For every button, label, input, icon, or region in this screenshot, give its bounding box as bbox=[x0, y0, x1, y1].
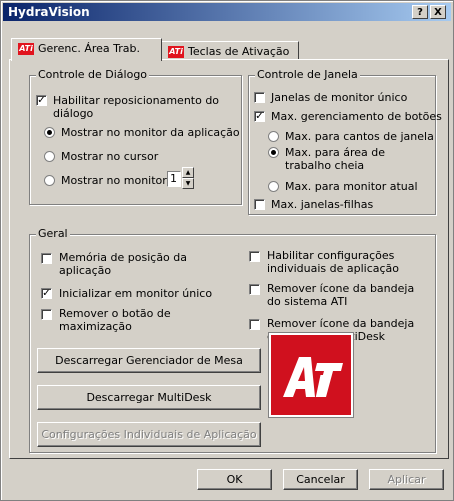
radio-label: Max. para monitor atual bbox=[285, 180, 418, 193]
radio-max-current-monitor[interactable] bbox=[268, 181, 279, 192]
max-buttons-checkbox[interactable]: ✓ bbox=[254, 111, 265, 122]
ati-logo-icon bbox=[271, 335, 351, 415]
close-button[interactable]: X bbox=[430, 5, 446, 19]
hydravision-window: HydraVision ? X ATi Gerenc. Área Trab. AT… bbox=[0, 0, 454, 501]
checkbox-label: Inicializar em monitor único bbox=[59, 287, 213, 300]
ati-tab-icon: ATi bbox=[18, 43, 34, 55]
tab-label: Teclas de Ativação bbox=[188, 45, 290, 58]
remove-ati-tray-icon-checkbox[interactable] bbox=[249, 284, 260, 295]
radio-max-window-corners[interactable] bbox=[268, 131, 279, 142]
radio-label: Mostrar no cursor bbox=[61, 150, 159, 163]
radio-show-app-monitor[interactable] bbox=[44, 127, 55, 138]
help-button[interactable]: ? bbox=[412, 5, 428, 19]
start-single-monitor-checkbox[interactable]: ✓ bbox=[41, 288, 52, 299]
ok-button[interactable]: OK bbox=[197, 469, 272, 490]
group-legend: Geral bbox=[36, 227, 70, 240]
remove-maximize-button-checkbox[interactable] bbox=[41, 309, 52, 320]
radio-label: Max. para área de trabalho cheia bbox=[285, 146, 385, 172]
radio-label: Max. para cantos de janela bbox=[285, 130, 434, 143]
window-title: HydraVision bbox=[8, 5, 90, 19]
ati-logo bbox=[268, 332, 354, 418]
remove-multidesk-tray-icon-checkbox[interactable] bbox=[249, 319, 260, 330]
radio-show-cursor[interactable] bbox=[44, 151, 55, 162]
monitor-number-input[interactable]: 1 bbox=[167, 171, 181, 187]
unload-desktop-manager-button[interactable]: Descarregar Gerenciador de Mesa bbox=[37, 348, 261, 373]
checkbox-label: Janelas de monitor único bbox=[271, 91, 408, 104]
checkbox-label: Memória de posição da aplicação bbox=[59, 251, 188, 277]
group-legend: Controle de Diálogo bbox=[36, 68, 150, 81]
app-position-memory-checkbox[interactable] bbox=[41, 253, 52, 264]
unload-multidesk-button[interactable]: Descarregar MultiDesk bbox=[37, 385, 261, 410]
tab-label: Gerenc. Área Trab. bbox=[38, 42, 141, 55]
checkbox-label: Remover ícone da bandeja do sistema ATI bbox=[267, 282, 415, 308]
tab-hotkeys[interactable]: ATi Teclas de Ativação bbox=[161, 41, 299, 61]
tab-desktop-manager[interactable]: ATi Gerenc. Área Trab. bbox=[11, 38, 162, 61]
spin-up-icon[interactable]: ▲ bbox=[182, 167, 194, 178]
ati-tab-icon: ATi bbox=[168, 46, 184, 58]
checkbox-label: Remover o botão de maximização bbox=[59, 307, 171, 333]
radio-label: Mostrar no monitor da aplicação bbox=[61, 126, 240, 139]
monitor-spinner: ▲ ▼ bbox=[182, 167, 194, 189]
enable-reposition-label: Habilitar reposicionamento do diálogo bbox=[53, 94, 220, 120]
cancel-button[interactable]: Cancelar bbox=[283, 469, 358, 490]
checkbox-label: Max. gerenciamento de botões bbox=[271, 110, 442, 123]
checkbox-label: Max. janelas-filhas bbox=[271, 198, 374, 211]
max-child-windows-checkbox[interactable] bbox=[254, 199, 265, 210]
radio-show-monitor[interactable] bbox=[44, 175, 55, 186]
individual-app-settings-checkbox[interactable] bbox=[249, 251, 260, 262]
radio-label: Mostrar no monitor bbox=[61, 174, 167, 187]
single-monitor-windows-checkbox[interactable] bbox=[254, 92, 265, 103]
checkbox-label: Habilitar configurações individuais de a… bbox=[267, 249, 399, 275]
individual-app-settings-button[interactable]: Configurações Individuais de Aplicação bbox=[37, 422, 261, 447]
radio-max-full-desktop[interactable] bbox=[268, 147, 279, 158]
apply-button[interactable]: Aplicar bbox=[369, 469, 444, 490]
title-bar[interactable]: HydraVision ? X bbox=[3, 3, 451, 21]
group-legend: Controle de Janela bbox=[255, 68, 360, 81]
enable-reposition-checkbox[interactable]: ✓ bbox=[36, 95, 47, 106]
spin-down-icon[interactable]: ▼ bbox=[182, 178, 194, 189]
